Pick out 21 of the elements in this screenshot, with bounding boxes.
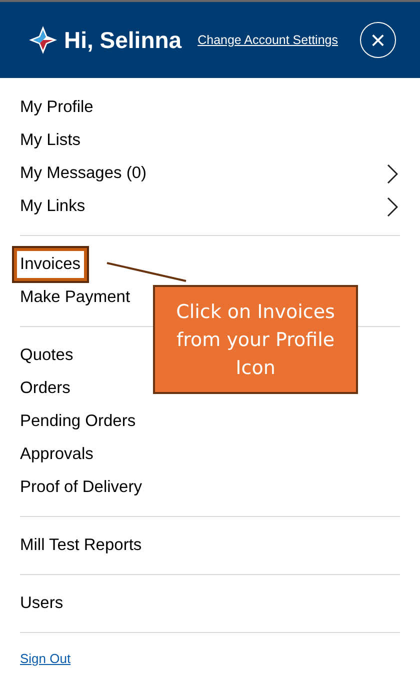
menu-item[interactable]: My Links	[20, 194, 86, 219]
menu-item[interactable]: Pending Orders	[20, 409, 136, 434]
menu-item[interactable]: Approvals	[20, 442, 94, 467]
menu-item[interactable]: Proof of Delivery	[20, 475, 142, 500]
menu-item[interactable]: My Messages (0)	[20, 161, 147, 186]
close-button[interactable]: ×	[360, 22, 396, 58]
chevron-right-icon[interactable]	[387, 196, 398, 216]
menu-item[interactable]: Mill Test Reports	[20, 533, 142, 558]
menu-item[interactable]: My Lists	[20, 128, 81, 153]
menu-item[interactable]: Invoices	[14, 248, 87, 281]
change-account-settings-link[interactable]: Change Account Settings	[198, 30, 338, 50]
chevron-right-icon[interactable]	[387, 164, 398, 184]
menu-item[interactable]: Quotes	[20, 343, 74, 368]
callout-box: Click on Invoices from your Profile Icon	[153, 285, 358, 394]
menu-item[interactable]: Make Payment	[20, 285, 130, 310]
menu-item[interactable]: Users	[20, 591, 64, 616]
menu-item[interactable]: Orders	[20, 376, 70, 401]
logo-icon	[28, 25, 58, 55]
sign-out-link[interactable]: Sign Out	[20, 651, 71, 666]
menu-item[interactable]: My Profile	[20, 95, 94, 120]
greeting-text: Hi, Selinna	[64, 26, 182, 55]
